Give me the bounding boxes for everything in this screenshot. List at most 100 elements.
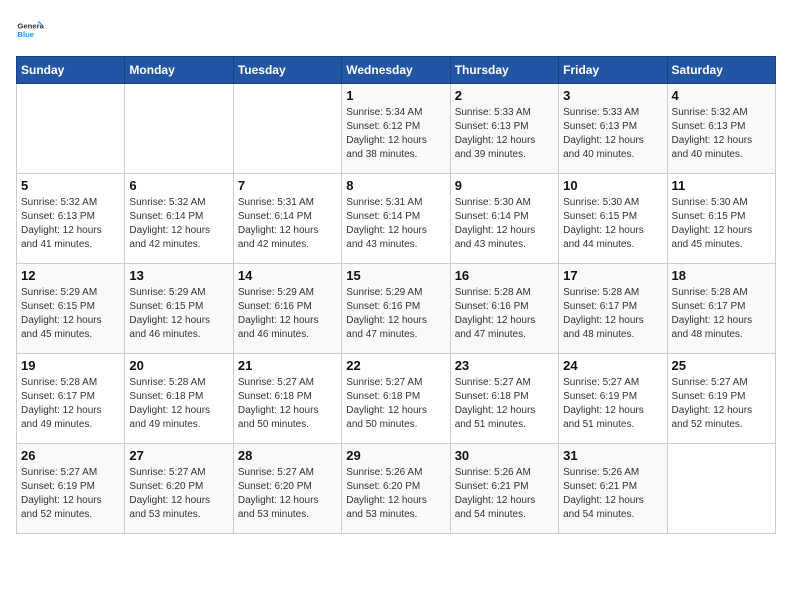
day-number: 10 <box>563 178 662 193</box>
day-number: 30 <box>455 448 554 463</box>
day-info: Sunrise: 5:29 AM Sunset: 6:15 PM Dayligh… <box>21 286 120 342</box>
day-info: Sunrise: 5:31 AM Sunset: 6:14 PM Dayligh… <box>238 196 337 252</box>
calendar-cell: 21 Sunrise: 5:27 AM Sunset: 6:18 PM Dayli… <box>233 354 341 444</box>
day-info: Sunrise: 5:28 AM Sunset: 6:17 PM Dayligh… <box>21 376 120 432</box>
svg-text:Blue: Blue <box>17 30 34 39</box>
calendar-cell: 13 Sunrise: 5:29 AM Sunset: 6:15 PM Dayli… <box>125 264 233 354</box>
calendar-cell: 27 Sunrise: 5:27 AM Sunset: 6:20 PM Dayli… <box>125 444 233 534</box>
day-info: Sunrise: 5:30 AM Sunset: 6:15 PM Dayligh… <box>563 196 662 252</box>
day-number: 27 <box>129 448 228 463</box>
weekday-header-row: SundayMondayTuesdayWednesdayThursdayFrid… <box>17 57 776 84</box>
calendar-cell: 23Sunrise: 5:27 AM Sunset: 6:18 PM Dayli… <box>450 354 558 444</box>
day-number: 25 <box>672 358 771 373</box>
day-number: 8 <box>346 178 445 193</box>
day-info: Sunrise: 5:30 AM Sunset: 6:14 PM Dayligh… <box>455 196 554 252</box>
calendar-cell: 14 Sunrise: 5:29 AM Sunset: 6:16 PM Dayli… <box>233 264 341 354</box>
calendar-cell: 9 Sunrise: 5:30 AM Sunset: 6:14 PM Daylig… <box>450 174 558 264</box>
calendar-cell: 6Sunrise: 5:32 AM Sunset: 6:14 PM Daylig… <box>125 174 233 264</box>
day-info: Sunrise: 5:28 AM Sunset: 6:17 PM Dayligh… <box>672 286 771 342</box>
logo: General Blue <box>16 16 48 44</box>
calendar-table: SundayMondayTuesdayWednesdayThursdayFrid… <box>16 56 776 534</box>
day-number: 22 <box>346 358 445 373</box>
calendar-cell: 17Sunrise: 5:28 AM Sunset: 6:17 PM Dayli… <box>559 264 667 354</box>
calendar-cell <box>125 84 233 174</box>
day-number: 16 <box>455 268 554 283</box>
day-info: Sunrise: 5:33 AM Sunset: 6:13 PM Dayligh… <box>563 106 662 162</box>
day-number: 29 <box>346 448 445 463</box>
weekday-header-monday: Monday <box>125 57 233 84</box>
day-number: 13 <box>129 268 228 283</box>
calendar-cell <box>233 84 341 174</box>
day-number: 26 <box>21 448 120 463</box>
calendar-week-3: 12 Sunrise: 5:29 AM Sunset: 6:15 PM Dayli… <box>17 264 776 354</box>
calendar-body: 1Sunrise: 5:34 AM Sunset: 6:12 PM Daylig… <box>17 84 776 534</box>
calendar-cell: 1Sunrise: 5:34 AM Sunset: 6:12 PM Daylig… <box>342 84 450 174</box>
day-info: Sunrise: 5:27 AM Sunset: 6:18 PM Dayligh… <box>238 376 337 432</box>
calendar-cell: 15 Sunrise: 5:29 AM Sunset: 6:16 PM Dayli… <box>342 264 450 354</box>
calendar-week-1: 1Sunrise: 5:34 AM Sunset: 6:12 PM Daylig… <box>17 84 776 174</box>
calendar-cell: 24Sunrise: 5:27 AM Sunset: 6:19 PM Dayli… <box>559 354 667 444</box>
day-info: Sunrise: 5:28 AM Sunset: 6:16 PM Dayligh… <box>455 286 554 342</box>
day-number: 1 <box>346 88 445 103</box>
day-info: Sunrise: 5:32 AM Sunset: 6:14 PM Dayligh… <box>129 196 228 252</box>
day-info: Sunrise: 5:27 AM Sunset: 6:19 PM Dayligh… <box>21 466 120 522</box>
calendar-cell: 30 Sunrise: 5:26 AM Sunset: 6:21 PM Dayli… <box>450 444 558 534</box>
calendar-cell: 11 Sunrise: 5:30 AM Sunset: 6:15 PM Dayli… <box>667 174 775 264</box>
day-number: 14 <box>238 268 337 283</box>
calendar-cell: 3 Sunrise: 5:33 AM Sunset: 6:13 PM Daylig… <box>559 84 667 174</box>
calendar-week-5: 26 Sunrise: 5:27 AM Sunset: 6:19 PM Dayli… <box>17 444 776 534</box>
calendar-cell: 2 Sunrise: 5:33 AM Sunset: 6:13 PM Daylig… <box>450 84 558 174</box>
calendar-cell: 7 Sunrise: 5:31 AM Sunset: 6:14 PM Daylig… <box>233 174 341 264</box>
day-number: 17 <box>563 268 662 283</box>
day-info: Sunrise: 5:33 AM Sunset: 6:13 PM Dayligh… <box>455 106 554 162</box>
day-info: Sunrise: 5:32 AM Sunset: 6:13 PM Dayligh… <box>21 196 120 252</box>
day-number: 19 <box>21 358 120 373</box>
day-info: Sunrise: 5:26 AM Sunset: 6:21 PM Dayligh… <box>455 466 554 522</box>
weekday-header-friday: Friday <box>559 57 667 84</box>
weekday-header-sunday: Sunday <box>17 57 125 84</box>
day-info: Sunrise: 5:26 AM Sunset: 6:20 PM Dayligh… <box>346 466 445 522</box>
calendar-cell: 5 Sunrise: 5:32 AM Sunset: 6:13 PM Daylig… <box>17 174 125 264</box>
day-number: 9 <box>455 178 554 193</box>
calendar-cell: 16 Sunrise: 5:28 AM Sunset: 6:16 PM Dayli… <box>450 264 558 354</box>
weekday-header-thursday: Thursday <box>450 57 558 84</box>
day-info: Sunrise: 5:30 AM Sunset: 6:15 PM Dayligh… <box>672 196 771 252</box>
weekday-header-wednesday: Wednesday <box>342 57 450 84</box>
day-number: 12 <box>21 268 120 283</box>
day-info: Sunrise: 5:29 AM Sunset: 6:15 PM Dayligh… <box>129 286 228 342</box>
day-number: 20 <box>129 358 228 373</box>
day-info: Sunrise: 5:27 AM Sunset: 6:20 PM Dayligh… <box>129 466 228 522</box>
day-number: 4 <box>672 88 771 103</box>
calendar-cell: 12 Sunrise: 5:29 AM Sunset: 6:15 PM Dayli… <box>17 264 125 354</box>
day-number: 28 <box>238 448 337 463</box>
calendar-cell: 10 Sunrise: 5:30 AM Sunset: 6:15 PM Dayli… <box>559 174 667 264</box>
calendar-cell <box>17 84 125 174</box>
day-number: 7 <box>238 178 337 193</box>
calendar-cell: 25Sunrise: 5:27 AM Sunset: 6:19 PM Dayli… <box>667 354 775 444</box>
day-info: Sunrise: 5:26 AM Sunset: 6:21 PM Dayligh… <box>563 466 662 522</box>
calendar-cell: 20 Sunrise: 5:28 AM Sunset: 6:18 PM Dayli… <box>125 354 233 444</box>
day-info: Sunrise: 5:27 AM Sunset: 6:19 PM Dayligh… <box>563 376 662 432</box>
calendar-week-4: 19 Sunrise: 5:28 AM Sunset: 6:17 PM Dayli… <box>17 354 776 444</box>
day-info: Sunrise: 5:29 AM Sunset: 6:16 PM Dayligh… <box>238 286 337 342</box>
day-number: 21 <box>238 358 337 373</box>
weekday-header-saturday: Saturday <box>667 57 775 84</box>
calendar-cell: 31Sunrise: 5:26 AM Sunset: 6:21 PM Dayli… <box>559 444 667 534</box>
day-number: 11 <box>672 178 771 193</box>
day-number: 15 <box>346 268 445 283</box>
calendar-cell: 22Sunrise: 5:27 AM Sunset: 6:18 PM Dayli… <box>342 354 450 444</box>
weekday-header-tuesday: Tuesday <box>233 57 341 84</box>
logo-icon: General Blue <box>16 16 44 44</box>
day-number: 23 <box>455 358 554 373</box>
page-header: General Blue <box>16 16 776 44</box>
day-number: 5 <box>21 178 120 193</box>
day-info: Sunrise: 5:28 AM Sunset: 6:18 PM Dayligh… <box>129 376 228 432</box>
day-number: 2 <box>455 88 554 103</box>
calendar-cell: 26 Sunrise: 5:27 AM Sunset: 6:19 PM Dayli… <box>17 444 125 534</box>
calendar-cell: 28 Sunrise: 5:27 AM Sunset: 6:20 PM Dayli… <box>233 444 341 534</box>
day-info: Sunrise: 5:29 AM Sunset: 6:16 PM Dayligh… <box>346 286 445 342</box>
calendar-cell: 18Sunrise: 5:28 AM Sunset: 6:17 PM Dayli… <box>667 264 775 354</box>
day-number: 3 <box>563 88 662 103</box>
calendar-cell: 4Sunrise: 5:32 AM Sunset: 6:13 PM Daylig… <box>667 84 775 174</box>
day-info: Sunrise: 5:27 AM Sunset: 6:20 PM Dayligh… <box>238 466 337 522</box>
